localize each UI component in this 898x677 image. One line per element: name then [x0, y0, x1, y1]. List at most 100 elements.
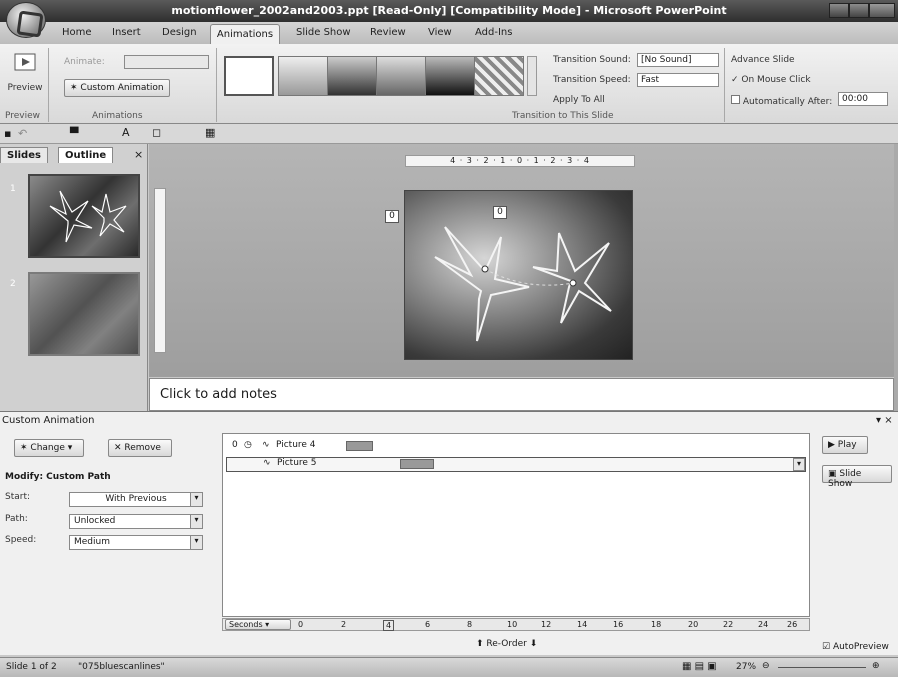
tick-label: 24 — [758, 620, 769, 629]
animate-label: Animate: — [64, 57, 105, 67]
transition-gallery-scroll[interactable] — [527, 56, 537, 96]
animation-tag[interactable]: 0 — [385, 210, 399, 223]
play-icon: ▶ — [828, 440, 838, 450]
animate-dropdown[interactable] — [124, 55, 209, 69]
tab-add-ins[interactable]: Add-Ins — [475, 27, 512, 38]
group-preview-label: Preview — [5, 111, 41, 121]
change-button[interactable]: ✶ Change ▾ — [14, 439, 84, 457]
tick-label: 0 — [298, 620, 304, 629]
close-pane-icon[interactable]: × — [134, 148, 143, 161]
flower-image[interactable] — [405, 191, 634, 361]
transition-thumb-none[interactable] — [224, 56, 274, 96]
slide-canvas[interactable]: 0 — [404, 190, 633, 360]
chevron-down-icon: ▾ — [190, 536, 202, 549]
tab-design[interactable]: Design — [162, 27, 197, 38]
chart-icon[interactable]: ▦ — [205, 126, 215, 139]
list-item[interactable]: 0 ◷ ∿ Picture 4 — [226, 440, 806, 455]
slide-thumbnail-2[interactable] — [28, 272, 140, 356]
tab-animations[interactable]: Animations — [210, 24, 280, 44]
path-dropdown[interactable]: Unlocked ▾ — [69, 514, 203, 529]
tab-review[interactable]: Review — [370, 27, 406, 38]
slide-thumbnail-1[interactable] — [28, 174, 140, 258]
speed-label: Speed: — [5, 535, 37, 545]
tab-slides[interactable]: Slides — [0, 147, 48, 163]
custom-animation-button[interactable]: ✶ Custom Animation — [64, 79, 170, 97]
fill-color-icon[interactable]: ▀ — [70, 127, 78, 140]
timeline-ruler: Seconds ▾ 0 2 4 6 8 10 12 14 16 18 20 22… — [222, 618, 810, 631]
tab-outline[interactable]: Outline — [58, 147, 114, 163]
preview-icon — [14, 53, 36, 71]
undo-icon[interactable]: ↶ — [18, 127, 27, 140]
autopreview-checkbox[interactable]: ☑ AutoPreview — [822, 642, 889, 652]
pane-options-icon[interactable]: ▾ × — [876, 415, 893, 426]
motion-path-icon: ∿ — [263, 458, 271, 468]
seconds-dropdown[interactable]: Seconds ▾ — [225, 619, 291, 630]
format-toolbar: ▪ ↶ ▀ A ◻ ▦ — [0, 124, 898, 144]
timeline-bar[interactable] — [400, 459, 434, 469]
speed-dropdown[interactable]: Medium ▾ — [69, 535, 203, 550]
transition-sound-dropdown[interactable]: [No Sound] — [637, 53, 719, 67]
slide-number-1: 1 — [10, 184, 16, 194]
zoom-slider[interactable] — [778, 667, 866, 668]
close-window-button[interactable] — [869, 3, 895, 18]
animation-list: 0 ◷ ∿ Picture 4 ∿ Picture 5 ▾ — [222, 433, 810, 617]
tick-label: 14 — [577, 620, 588, 629]
zoom-level[interactable]: 27% — [736, 662, 756, 672]
zoom-in-icon[interactable]: ⊕ — [872, 661, 880, 671]
slide-show-button[interactable]: ▣ Slide Show — [822, 465, 892, 489]
slides-pane: Slides Outline × 1 2 — [0, 144, 148, 411]
shapes-icon[interactable]: ◻ — [152, 126, 161, 139]
change-icon: ✶ — [20, 443, 31, 453]
chevron-down-icon[interactable]: ▾ — [793, 458, 805, 471]
transition-thumb-fade-black[interactable] — [327, 56, 377, 96]
clock-icon: ◷ — [244, 440, 252, 450]
tick-label: 2 — [341, 620, 347, 629]
list-item[interactable]: ∿ Picture 5 ▾ — [226, 457, 806, 472]
tick-label: 8 — [467, 620, 473, 629]
transition-thumb-cut[interactable] — [376, 56, 426, 96]
vertical-scrollbar[interactable] — [894, 144, 898, 411]
apply-to-all-button[interactable]: Apply To All — [553, 95, 605, 105]
tab-slide-show[interactable]: Slide Show — [296, 27, 351, 38]
zoom-out-icon[interactable]: ⊖ — [762, 661, 770, 671]
divider — [48, 48, 49, 122]
transition-speed-dropdown[interactable]: Fast — [637, 73, 719, 87]
start-dropdown[interactable]: With Previous ▾ — [69, 492, 203, 507]
minimize-button[interactable] — [829, 3, 849, 18]
tick-label: 22 — [723, 620, 734, 629]
group-animations-label: Animations — [92, 111, 143, 121]
chevron-down-icon: ▾ — [190, 493, 202, 506]
tab-view[interactable]: View — [428, 27, 452, 38]
transition-thumb-dissolve[interactable] — [474, 56, 524, 96]
tab-insert[interactable]: Insert — [112, 27, 141, 38]
vertical-ruler — [154, 188, 166, 353]
divider — [724, 48, 725, 122]
save-icon[interactable]: ▪ — [4, 127, 11, 140]
transition-thumb-cut-black[interactable] — [425, 56, 475, 96]
transition-thumb-fade[interactable] — [278, 56, 328, 96]
item-name: Picture 4 — [276, 440, 316, 450]
tick-label: 4 — [383, 620, 395, 631]
tick-label: 20 — [688, 620, 699, 629]
play-button[interactable]: ▶ Play — [822, 436, 868, 454]
timeline-bar[interactable] — [346, 441, 373, 451]
on-mouse-click-checkbox[interactable]: ✓ On Mouse Click — [731, 75, 811, 85]
tick-label: 6 — [425, 620, 431, 629]
office-button[interactable] — [6, 2, 46, 38]
group-transition-label: Transition to This Slide — [512, 111, 614, 121]
view-buttons-icon[interactable]: ▦ ▤ ▣ — [682, 661, 717, 672]
preview-button[interactable]: Preview — [6, 50, 44, 100]
move-up-icon[interactable]: ⬆ — [476, 639, 484, 649]
auto-after-field[interactable]: 00:00 — [838, 92, 888, 106]
tab-home[interactable]: Home — [62, 27, 92, 38]
remove-button[interactable]: ✕ Remove — [108, 439, 172, 457]
notes-area[interactable]: Click to add notes — [149, 378, 894, 411]
tick-label: 12 — [541, 620, 552, 629]
custom-animation-icon: ✶ — [70, 83, 81, 93]
modify-heading: Modify: Custom Path — [5, 472, 111, 482]
auto-after-checkbox[interactable]: Automatically After: — [731, 95, 832, 107]
text-box-icon[interactable]: A — [122, 126, 130, 139]
maximize-button[interactable] — [849, 3, 869, 18]
move-down-icon[interactable]: ⬇ — [530, 639, 538, 649]
title-bar: motionflower_2002and2003.ppt [Read-Only]… — [0, 0, 898, 22]
